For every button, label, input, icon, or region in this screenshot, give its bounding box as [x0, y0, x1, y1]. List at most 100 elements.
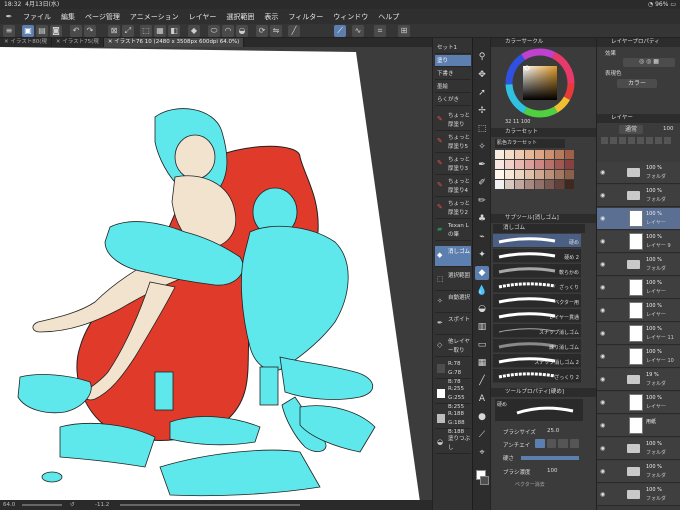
menu-filter[interactable]: フィルター [283, 12, 328, 22]
color-set-grid[interactable] [495, 150, 581, 210]
menu-layer[interactable]: レイヤー [184, 12, 222, 22]
canvas-area[interactable] [0, 47, 432, 500]
layer-row[interactable]: ◉ 100 % フォルダ [597, 484, 680, 506]
rotate-icon[interactable]: ⟳ [256, 25, 268, 37]
subtool-eraser[interactable]: ◆ 消しゴム [435, 246, 471, 267]
sub-tool-name[interactable]: 消しゴム [493, 224, 585, 233]
color-swatch[interactable] [535, 160, 544, 169]
color-swatch[interactable] [535, 170, 544, 179]
figure-tool-icon[interactable]: ▭ [475, 338, 489, 352]
color-swatch[interactable] [495, 180, 504, 189]
illustration-canvas[interactable] [0, 47, 432, 500]
gradient-tool-icon[interactable]: ▥ [475, 320, 489, 334]
color-swatch[interactable] [565, 180, 574, 189]
subtool-other-layer[interactable]: ◇ 他レイヤー取り [435, 336, 471, 357]
color-swatch[interactable] [505, 150, 514, 159]
color-swatch[interactable] [495, 170, 504, 179]
layer-row[interactable]: ◉ 100 % フォルダ [597, 254, 680, 276]
layer-row[interactable]: ◉ 100 % フォルダ [597, 162, 680, 184]
layer-row[interactable]: ◉ 100 % フォルダ [597, 461, 680, 483]
fill-tool-icon[interactable]: ◒ [475, 302, 489, 316]
color-swatch[interactable] [525, 160, 534, 169]
brush-layer-through[interactable]: レイヤー貫通 [493, 309, 581, 323]
subtool-ink[interactable]: 墨絵 [435, 81, 471, 93]
transform-icon[interactable]: ⤢ [122, 25, 134, 37]
color-swatch[interactable] [555, 160, 564, 169]
ruler-icon[interactable]: ╱ [288, 25, 300, 37]
clear-icon[interactable]: ⊠ [108, 25, 120, 37]
color-swatch[interactable] [495, 160, 504, 169]
redo-icon[interactable]: ↷ [84, 25, 96, 37]
layer-row[interactable]: ◉ 100 % レイヤー [597, 300, 680, 322]
brush-kneaded[interactable]: 練り消しゴム [493, 339, 581, 353]
eye-icon[interactable]: ◉ [600, 238, 608, 245]
color-wheel[interactable] [505, 48, 575, 118]
hamburger-icon[interactable]: ≡ [3, 25, 15, 37]
color-swatch[interactable] [505, 180, 514, 189]
color-swatch[interactable] [555, 180, 564, 189]
menu-selection[interactable]: 選択範囲 [221, 12, 259, 22]
color-set-name[interactable]: 肌色カラーセット [495, 139, 565, 148]
color-swatch[interactable] [505, 160, 514, 169]
eye-icon[interactable]: ◉ [600, 261, 608, 268]
color-swatch[interactable] [515, 160, 524, 169]
layer-row[interactable]: ◉ 100 % フォルダ [597, 438, 680, 460]
layer-row[interactable]: ◉ 100 % レイヤー 11 [597, 323, 680, 345]
eraser-tool-icon[interactable]: ◆ [475, 266, 489, 280]
stabilizer-icon[interactable]: ∿ [352, 25, 364, 37]
subtool-eyedropper[interactable]: ✒ スポイト [435, 314, 471, 335]
color-set-header[interactable]: カラーセット [491, 128, 597, 137]
app-logo-icon[interactable]: ✒ [0, 12, 18, 21]
subtool-fill-bucket[interactable]: ◒ 塗りつぶし [435, 433, 471, 454]
color-swatch[interactable] [525, 150, 534, 159]
hardness-slider[interactable] [521, 456, 579, 460]
fill-icon[interactable]: ◆ [188, 25, 200, 37]
new-canvas-icon[interactable]: ▣ [22, 25, 34, 37]
color-swatch[interactable] [565, 170, 574, 179]
subtool-fill[interactable]: 塗り [435, 55, 471, 67]
bucket-icon[interactable]: ◒ [236, 25, 248, 37]
menu-page[interactable]: ページ管理 [80, 12, 125, 22]
text-tool-icon[interactable]: A [475, 392, 489, 406]
color-swatch[interactable] [525, 170, 534, 179]
brush-size-value[interactable]: 25.0 [547, 428, 559, 434]
subtool-thick-paint-2[interactable]: ✎ ちょっと厚塗り2 [435, 198, 471, 219]
layer-row[interactable]: ◉ 100 % レイヤー [597, 208, 680, 230]
eye-icon[interactable]: ◉ [600, 445, 608, 452]
layer-panel-header[interactable]: レイヤー [597, 114, 680, 123]
subtool-doodle[interactable]: らくがき [435, 94, 471, 106]
selection-icon[interactable]: ⬭ [208, 25, 220, 37]
operation-tool-icon[interactable]: ➚ [475, 86, 489, 100]
color-swatch[interactable] [525, 180, 534, 189]
zoom-slider[interactable] [22, 504, 62, 506]
layer-row[interactable]: ◉ 100 % レイヤー [597, 277, 680, 299]
color-swatch[interactable] [535, 180, 544, 189]
sub-tool-header[interactable]: サブツール[消しゴム] [491, 214, 597, 223]
angle-slider[interactable] [120, 504, 300, 506]
color-swatch[interactable] [515, 180, 524, 189]
subtool-thick-paint[interactable]: ✎ ちょっと厚塗り [435, 110, 471, 131]
subtool-auto-select[interactable]: ✧ 自動選択 [435, 292, 471, 313]
invert-selection-icon[interactable]: ◧ [168, 25, 180, 37]
pencil-tool-icon[interactable]: ✏ [475, 194, 489, 208]
pen-tool-icon[interactable]: ✐ [475, 176, 489, 190]
density-value[interactable]: 100 [547, 468, 558, 474]
layer-actions[interactable] [601, 137, 677, 159]
eye-icon[interactable]: ◉ [600, 284, 608, 291]
menu-help[interactable]: ヘルプ [373, 12, 404, 22]
zoom-tool-icon[interactable]: ⚲ [475, 50, 489, 64]
subtool-sketch[interactable]: 下書き [435, 68, 471, 80]
airbrush-icon[interactable]: ⌁ [475, 230, 489, 244]
color-swatch[interactable] [565, 150, 574, 159]
move-tool-icon[interactable]: ✥ [475, 68, 489, 82]
eye-icon[interactable]: ◉ [600, 353, 608, 360]
brush-snap[interactable]: スナップ消しゴム [493, 324, 581, 338]
color-swatch[interactable] [565, 160, 574, 169]
angle-value[interactable]: -11.2 [95, 500, 109, 510]
color-swatch[interactable] [515, 150, 524, 159]
balloon-tool-icon[interactable]: ● [475, 410, 489, 424]
eye-icon[interactable]: ◉ [600, 468, 608, 475]
brush-rough-2[interactable]: ざっくり 2 [493, 369, 581, 383]
eyedropper-icon[interactable]: ✒ [475, 158, 489, 172]
layer-row[interactable]: ◉ 100 % レイヤー [597, 392, 680, 414]
